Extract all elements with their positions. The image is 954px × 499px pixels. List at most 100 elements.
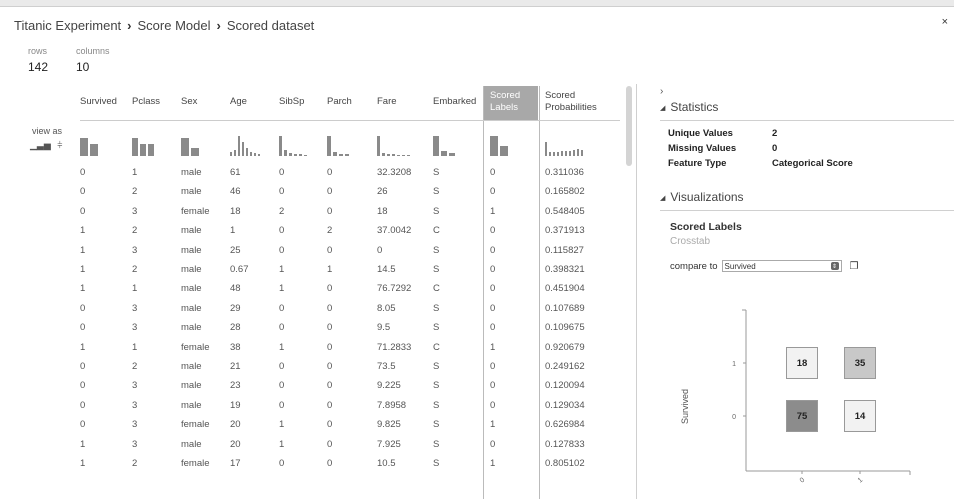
column-histogram[interactable] — [490, 132, 508, 156]
table-cell: 1 — [80, 438, 86, 450]
columns-value: 10 — [76, 60, 90, 74]
table-cell: 0 — [80, 399, 86, 411]
table-cell: S — [433, 361, 440, 372]
table-cell: S — [433, 458, 440, 469]
histogram-view-icon[interactable]: ▁▃▅ — [30, 140, 51, 150]
table-cell: S — [433, 244, 440, 256]
stat-feature-type-value: Categorical Score — [772, 158, 853, 169]
column-histogram[interactable] — [230, 132, 260, 156]
crosstab-cell: 14 — [844, 400, 876, 432]
column-histogram[interactable] — [181, 132, 199, 156]
column-header[interactable]: Fare — [377, 96, 397, 108]
table-cell: 10.5 — [377, 458, 396, 469]
column-header-line1: Pclass — [132, 96, 160, 107]
boxplot-view-icon[interactable]: ⫩ — [57, 140, 62, 150]
table-cell: 0 — [279, 380, 285, 392]
table-cell: 0.920679 — [545, 341, 585, 353]
column-histogram[interactable] — [545, 132, 583, 156]
copy-icon[interactable]: ❐ — [850, 261, 859, 272]
column-header[interactable]: Scored Probabilities — [545, 90, 597, 114]
column-header-line1: SibSp — [279, 96, 305, 107]
expand-chevron-icon[interactable]: › — [660, 86, 663, 97]
rows-value: 142 — [28, 60, 49, 74]
column-header[interactable]: Age — [230, 96, 247, 108]
column-histogram[interactable] — [80, 132, 98, 156]
close-icon[interactable]: × — [942, 16, 948, 28]
table-cell: female — [181, 205, 210, 217]
column-header[interactable]: Sex — [181, 96, 197, 108]
table-cell: 18 — [230, 205, 241, 217]
visualizations-section-header[interactable]: ◢ Visualizations — [660, 190, 744, 204]
table-cell: 0.109675 — [545, 322, 585, 334]
table-cell: male — [181, 302, 202, 314]
table-cell: 1 — [132, 167, 138, 178]
statistics-title: Statistics — [670, 100, 719, 114]
data-grid: view as ▁▃▅ ⫩ Survived Pclass Sex Age SibSp P… — [0, 86, 624, 499]
breadcrumb-experiment[interactable]: Titanic Experiment — [14, 18, 121, 33]
table-cell: 0.548405 — [545, 205, 585, 217]
table-cell: S — [433, 186, 440, 198]
table-cell: S — [433, 399, 440, 411]
grid-scrollbar[interactable] — [626, 86, 632, 166]
table-cell: 3 — [132, 302, 138, 314]
table-cell: C — [433, 341, 440, 353]
column-histogram[interactable] — [377, 132, 410, 156]
table-cell: S — [433, 302, 440, 314]
table-cell: 1 — [279, 341, 285, 353]
column-header-line2: Probabilities — [545, 102, 597, 113]
column-header[interactable]: Embarked — [433, 96, 476, 108]
column-histogram[interactable] — [132, 132, 154, 156]
table-cell: 71.2833 — [377, 341, 412, 353]
breadcrumb-score-model[interactable]: Score Model — [138, 18, 211, 33]
table-cell: 0 — [490, 322, 496, 334]
column-histogram[interactable] — [279, 132, 307, 156]
table-cell: 0 — [279, 167, 285, 178]
column-header[interactable]: Survived — [80, 96, 117, 108]
table-cell: 2 — [279, 205, 285, 217]
table-cell: 0 — [80, 380, 86, 392]
viz-title: Scored Labels — [670, 221, 742, 233]
table-cell: 0.371913 — [545, 225, 585, 237]
column-header[interactable]: SibSp — [279, 96, 304, 108]
table-cell: 17 — [230, 458, 241, 469]
statistics-divider — [660, 120, 954, 121]
column-header-line1: Fare — [377, 96, 397, 107]
table-cell: 14.5 — [377, 264, 396, 275]
table-cell: 0 — [279, 361, 285, 372]
column-header[interactable]: Parch — [327, 96, 352, 108]
table-cell: 1 — [80, 458, 86, 469]
window-top-border — [0, 0, 954, 7]
column-header[interactable]: Pclass — [132, 96, 160, 108]
table-cell: 1 — [279, 438, 285, 450]
table-cell: 0.311036 — [545, 167, 584, 178]
column-header[interactable]: Scored Labels — [490, 90, 520, 114]
column-header-line1: Sex — [181, 96, 198, 107]
column-histogram[interactable] — [327, 132, 349, 156]
table-cell: 1 — [80, 341, 86, 353]
table-cell: 0.398321 — [545, 264, 585, 275]
table-cell: 0.115827 — [545, 244, 584, 256]
statistics-section-header[interactable]: ◢ Statistics — [660, 100, 718, 114]
table-cell: 32.3208 — [377, 167, 412, 178]
crosstab-cell: 18 — [786, 347, 818, 379]
table-cell: 0 — [279, 225, 285, 237]
table-cell: male — [181, 225, 202, 237]
properties-panel: › ◢ Statistics Unique Values 2 Missing Va… — [648, 84, 954, 499]
table-cell: 1 — [80, 225, 86, 237]
column-header-line2: Labels — [490, 102, 518, 113]
table-cell: S — [433, 205, 440, 217]
column-header-line1: Scored — [545, 90, 576, 101]
table-cell: 1 — [490, 458, 496, 469]
table-cell: 3 — [132, 205, 138, 217]
table-cell: 0 — [327, 438, 333, 450]
crosstab-cell: 35 — [844, 347, 876, 379]
column-header-line1: Age — [230, 96, 247, 107]
table-cell: 0 — [279, 458, 285, 469]
table-cell: 1 — [80, 283, 86, 295]
table-cell: 1 — [279, 264, 285, 275]
visualizations-divider — [660, 210, 954, 211]
column-histogram[interactable] — [433, 132, 455, 156]
table-cell: 7.925 — [377, 438, 401, 450]
table-cell: 0 — [279, 302, 285, 314]
compare-to-select[interactable]: Survived ⇕ — [721, 260, 842, 272]
